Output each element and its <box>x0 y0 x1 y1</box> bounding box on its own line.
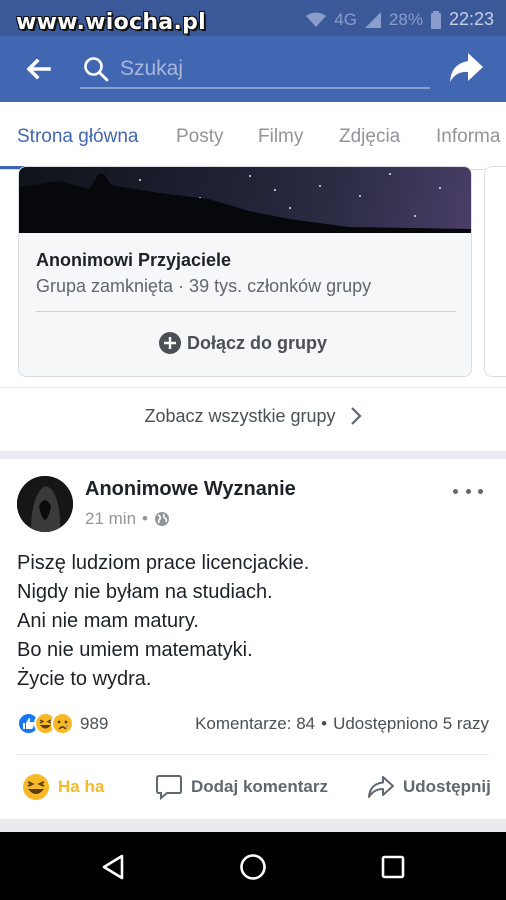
reaction-count: 989 <box>80 713 109 733</box>
clock: 22:23 <box>448 9 494 29</box>
system-nav-bar <box>0 832 506 900</box>
status-bar: 4G 28% 22:23 www.wiocha.pl <box>0 0 506 36</box>
post-line: Życie to wydra. <box>17 668 152 690</box>
top-bar <box>0 36 506 102</box>
haha-emoji-icon <box>23 774 49 800</box>
tab-photos[interactable]: Zdjęcia <box>339 126 400 148</box>
add-comment-button[interactable]: Dodaj komentarz <box>155 767 328 807</box>
join-group-button[interactable]: Dołącz do grupy <box>159 327 327 359</box>
share-icon <box>368 776 394 798</box>
watermark: www.wiocha.pl <box>16 10 206 35</box>
post-stats: Komentarze: 84 • Udostępniono 5 razy <box>195 714 489 734</box>
dot-icon <box>465 488 471 494</box>
more-options-button[interactable] <box>453 481 483 501</box>
reaction-summary[interactable]: 989 <box>17 712 108 735</box>
group-cover-image <box>19 167 471 233</box>
dot-icon <box>478 488 483 494</box>
nav-home-button[interactable] <box>236 850 270 884</box>
search-input[interactable] <box>118 55 418 83</box>
group-card[interactable]: Anonimowi Przyjaciele Grupa zamknięta · … <box>18 166 472 377</box>
hill-silhouette <box>19 173 471 233</box>
post-line: Nigdy nie byłam na studiach. <box>17 581 273 603</box>
back-arrow-icon <box>26 58 51 80</box>
post-line: Piszę ludziom prace licencjackie. <box>17 552 310 574</box>
card-divider <box>36 311 456 312</box>
post-line: Bo nie umiem matematyki. <box>17 639 253 661</box>
see-all-groups-label: Zobacz wszystkie grupy <box>144 405 336 426</box>
post-line: Ani nie mam matury. <box>17 610 199 632</box>
plus-circle-icon <box>159 332 181 354</box>
tab-posts[interactable]: Posty <box>176 126 224 148</box>
suggested-groups: Anonimowi Przyjaciele Grupa zamknięta · … <box>0 166 506 451</box>
group-name[interactable]: Anonimowi Przyjaciele <box>36 250 231 271</box>
avatar[interactable] <box>17 476 73 532</box>
tab-home[interactable]: Strona główna <box>17 126 138 148</box>
comment-bubble-icon <box>156 775 182 800</box>
chevron-right-icon <box>350 407 362 425</box>
share-arrow-icon <box>450 53 483 82</box>
post-author[interactable]: Anonimowe Wyznanie <box>85 478 296 501</box>
share-label: Udostępnij <box>403 777 491 796</box>
join-group-label: Dołącz do grupy <box>187 332 328 353</box>
back-button[interactable] <box>20 52 56 86</box>
dot-icon <box>453 488 458 494</box>
share-page-button[interactable] <box>448 51 488 87</box>
groups-divider <box>0 387 506 388</box>
post-divider <box>17 754 489 755</box>
group-meta: Grupa zamknięta · 39 tys. członków grupy <box>36 276 372 296</box>
circle-home-icon <box>240 854 266 880</box>
triangle-back-icon <box>102 854 124 880</box>
signal-icon <box>364 11 381 28</box>
add-comment-label: Dodaj komentarz <box>191 777 328 796</box>
post-meta: 21 min • <box>85 509 170 529</box>
battery-percent: 28% <box>388 9 423 29</box>
search-bar[interactable] <box>80 51 430 89</box>
nav-back-button[interactable] <box>96 850 130 884</box>
nav-recents-button[interactable] <box>376 850 410 884</box>
share-button[interactable]: Udostępnij <box>367 767 491 807</box>
globe-icon <box>154 512 169 526</box>
battery-icon <box>430 10 441 29</box>
page-tabs: Strona główna Posty Filmy Zdjęcia Inform… <box>0 102 506 170</box>
shares-count[interactable]: Udostępniono 5 razy <box>333 714 489 734</box>
sad-icon <box>51 712 74 735</box>
post-time[interactable]: 21 min <box>85 509 136 529</box>
meta-separator: • <box>142 509 148 528</box>
hooded-figure-image <box>17 476 73 532</box>
see-all-groups-link[interactable]: Zobacz wszystkie grupy <box>0 396 506 436</box>
network-label: 4G <box>334 9 357 29</box>
post-actions: Ha ha Dodaj komentarz Udostępnij <box>0 767 506 807</box>
haha-label: Ha ha <box>58 777 105 796</box>
post: Anonimowe Wyznanie 21 min • Piszę ludzio… <box>0 459 506 819</box>
wifi-icon <box>306 12 327 27</box>
next-group-card[interactable] <box>484 166 506 377</box>
square-recents-icon <box>381 855 405 879</box>
haha-reaction-button[interactable]: Ha ha <box>22 767 104 807</box>
post-body: Piszę ludziom prace licencjackie. Nigdy … <box>17 549 309 694</box>
status-icons: 4G 28% 22:23 <box>306 9 494 30</box>
tab-videos[interactable]: Filmy <box>258 126 303 148</box>
search-icon <box>84 57 109 82</box>
comments-count[interactable]: Komentarze: 84 <box>195 714 315 734</box>
tab-info[interactable]: Informa <box>436 126 500 148</box>
stats-separator: • <box>321 714 328 733</box>
